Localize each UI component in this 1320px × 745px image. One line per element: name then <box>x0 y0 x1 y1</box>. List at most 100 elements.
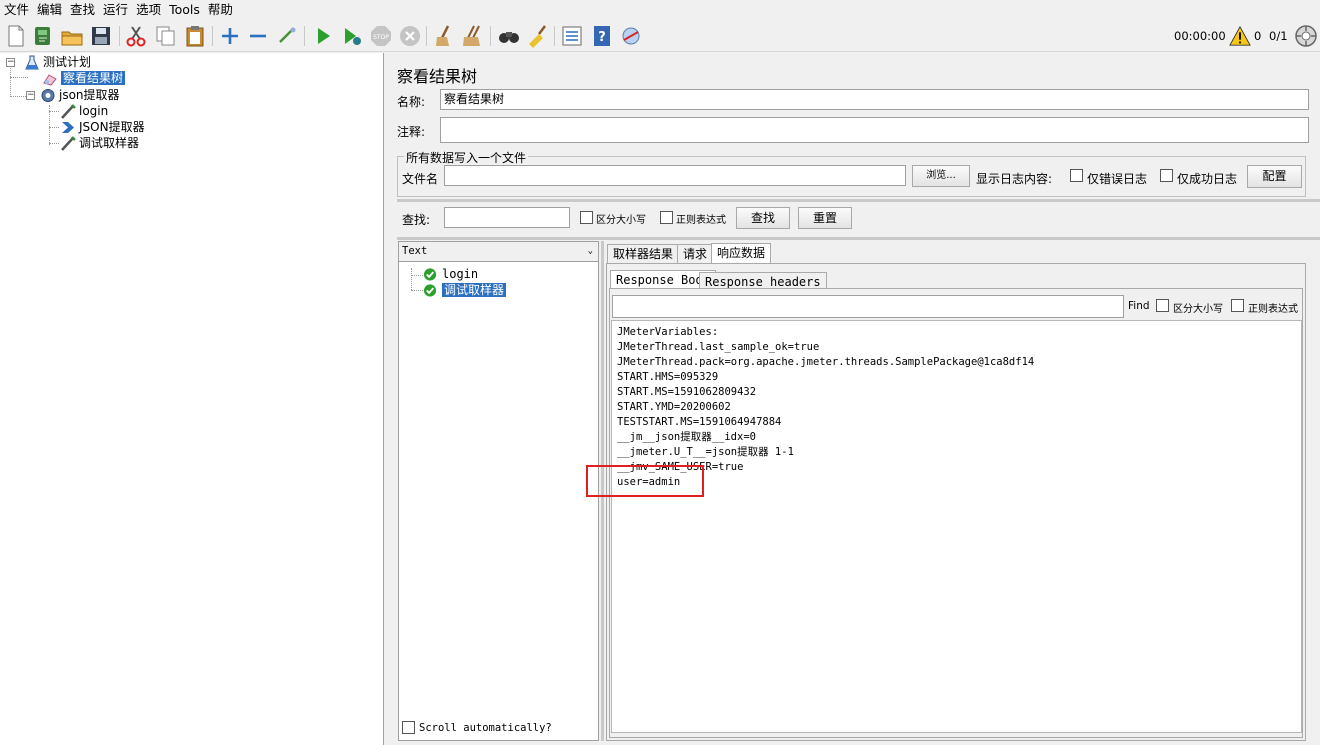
remote-status-icon[interactable] <box>1294 24 1318 48</box>
check-circle-icon <box>423 267 439 282</box>
svg-text:?: ? <box>598 30 606 45</box>
test-plan-icon <box>24 55 40 70</box>
tree-node-debug-sampler[interactable]: 调试取样器 <box>60 136 139 151</box>
stop-icon[interactable]: STOP <box>369 24 393 48</box>
search-button[interactable]: 查找 <box>736 207 790 229</box>
tree-node-login-sampler[interactable]: login <box>60 104 108 119</box>
response-line: TESTSTART.MS=1591064947884 <box>617 416 782 428</box>
find-field[interactable] <box>612 295 1124 318</box>
response-line: __jm__json提取器__idx=0 <box>617 431 756 443</box>
name-label: 名称: <box>397 95 426 109</box>
scroll-auto-checkbox[interactable] <box>402 721 415 734</box>
search-icon[interactable] <box>497 24 521 48</box>
tree-node-thread-group[interactable]: json提取器 <box>40 88 120 103</box>
success-only-label: 仅成功日志 <box>1177 172 1238 186</box>
tab-request[interactable]: 请求 <box>677 244 714 264</box>
success-only-checkbox[interactable] <box>1160 169 1173 182</box>
regex-checkbox[interactable] <box>660 211 673 224</box>
elapsed-time: 00:00:00 <box>1174 29 1226 43</box>
menu-file[interactable]: 文件 <box>0 0 33 18</box>
filename-field[interactable] <box>444 165 906 186</box>
warning-icon[interactable] <box>1229 25 1251 47</box>
search-label: 查找: <box>402 213 431 227</box>
find-label: Find <box>1128 300 1150 312</box>
collapse-toggle-thread-group[interactable]: − <box>26 91 35 100</box>
comment-field[interactable] <box>440 117 1309 143</box>
splitter-middle[interactable] <box>397 237 1320 240</box>
search-field[interactable] <box>444 207 570 228</box>
response-data-panel: Response Body Response headers Find 区分大小… <box>606 263 1306 741</box>
test-plan-tree: − 测试计划 察看结果树 − json提取器 login JSON提取器 调试取… <box>0 53 384 745</box>
response-line: JMeterVariables: <box>617 326 719 338</box>
start-icon[interactable] <box>311 24 335 48</box>
element-config-panel: 察看结果树 名称: 察看结果树 注释: 所有数据写入一个文件 文件名 浏览...… <box>388 53 1320 745</box>
cut-icon[interactable] <box>124 24 148 48</box>
extractor-icon <box>60 120 76 135</box>
collapse-toggle-test-plan[interactable]: − <box>6 58 15 67</box>
templates-icon[interactable] <box>31 24 55 48</box>
shutdown-icon[interactable] <box>398 24 422 48</box>
renderer-select[interactable]: Text ⌄ <box>399 242 598 262</box>
reset-button[interactable]: 重置 <box>798 207 852 229</box>
remote-icon[interactable] <box>619 24 643 48</box>
warning-count: 0 <box>1254 29 1262 43</box>
menu-help[interactable]: 帮助 <box>204 0 237 18</box>
clear-icon[interactable] <box>432 24 456 48</box>
errors-only-checkbox[interactable] <box>1070 169 1083 182</box>
copy-icon[interactable] <box>154 24 178 48</box>
gear-icon <box>40 88 56 103</box>
case-sensitive-checkbox[interactable] <box>580 211 593 224</box>
name-field[interactable]: 察看结果树 <box>440 89 1309 110</box>
menu-options[interactable]: 选项 <box>132 0 165 18</box>
comment-label: 注释: <box>397 125 426 139</box>
menu-bar: 文件 编辑 查找 运行 选项 Tools 帮助 <box>0 0 1320 20</box>
response-line: START.MS=1591062809432 <box>617 386 757 398</box>
menu-tools[interactable]: Tools <box>165 0 204 18</box>
toolbar: STOP ? 00:00:00 0 0/1 <box>0 20 1320 52</box>
sample-item-login[interactable]: login <box>423 267 478 282</box>
new-icon[interactable] <box>4 24 28 48</box>
scroll-auto-label: Scroll automatically? <box>419 722 552 734</box>
browse-button[interactable]: 浏览... <box>912 165 970 187</box>
panel-title: 察看结果树 <box>397 67 478 86</box>
start-no-pauses-icon[interactable] <box>340 24 364 48</box>
expand-icon[interactable] <box>218 24 242 48</box>
sampler-pen-icon <box>60 136 76 151</box>
sample-results-pane: Text ⌄ login 调试取样器 Scroll automatically? <box>398 241 599 741</box>
tree-node-json-extractor[interactable]: JSON提取器 <box>60 120 145 135</box>
menu-edit[interactable]: 编辑 <box>33 0 66 18</box>
find-regex-checkbox[interactable] <box>1231 299 1244 312</box>
find-case-label: 区分大小写 <box>1173 304 1223 315</box>
regex-label: 正则表达式 <box>676 215 726 226</box>
case-sensitive-label: 区分大小写 <box>596 215 646 226</box>
sampler-pen-icon <box>60 104 76 119</box>
svg-text:STOP: STOP <box>373 34 389 41</box>
reset-search-icon[interactable] <box>525 24 549 48</box>
collapse-icon[interactable] <box>246 24 270 48</box>
tab-response-data[interactable]: 响应数据 <box>711 243 772 263</box>
response-body-text[interactable]: JMeterVariables: JMeterThread.last_sampl… <box>611 320 1302 733</box>
splitter-top[interactable] <box>397 199 1320 202</box>
tree-node-test-plan[interactable]: 测试计划 <box>24 55 91 70</box>
find-case-checkbox[interactable] <box>1156 299 1169 312</box>
response-line: __jmeter.U_T__=json提取器 1-1 <box>617 446 794 458</box>
tree-node-view-results-tree[interactable]: 察看结果树 <box>42 71 126 86</box>
function-helper-icon[interactable] <box>560 24 584 48</box>
help-icon[interactable]: ? <box>590 24 614 48</box>
menu-search[interactable]: 查找 <box>66 0 99 18</box>
response-line: JMeterThread.pack=org.apache.jmeter.thre… <box>617 356 1035 368</box>
open-icon[interactable] <box>60 24 84 48</box>
chevron-down-icon: ⌄ <box>587 246 593 256</box>
response-line: START.HMS=095329 <box>617 371 719 383</box>
configure-button[interactable]: 配置 <box>1247 165 1302 188</box>
clear-all-icon[interactable] <box>461 24 485 48</box>
active-threads: 0/1 <box>1269 29 1288 43</box>
sample-item-debug-sampler[interactable]: 调试取样器 <box>423 283 507 298</box>
toggle-icon[interactable] <box>275 24 299 48</box>
write-all-data-title: 所有数据写入一个文件 <box>404 149 529 166</box>
save-icon[interactable] <box>89 24 113 48</box>
response-line: JMeterThread.last_sample_ok=true <box>617 341 820 353</box>
menu-run[interactable]: 运行 <box>99 0 132 18</box>
tab-sampler-result[interactable]: 取样器结果 <box>607 244 680 264</box>
paste-icon[interactable] <box>183 24 207 48</box>
